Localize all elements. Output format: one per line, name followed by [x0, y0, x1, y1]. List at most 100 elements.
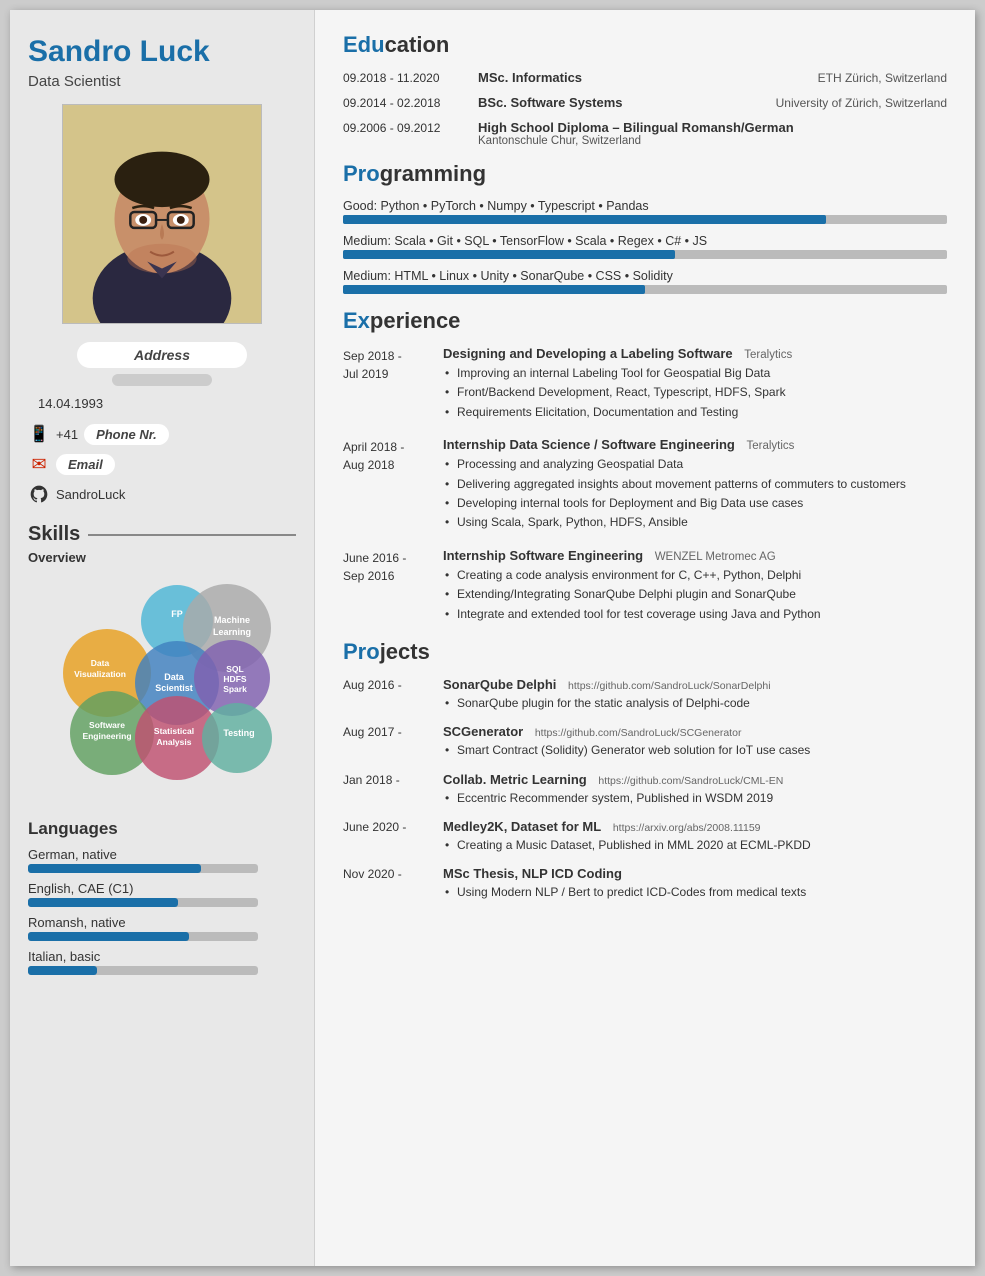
exp-bullets: Processing and analyzing Geospatial Data…: [443, 456, 947, 532]
edu-date: 09.2006 - 09.2012: [343, 120, 478, 147]
prog-bar-fill: [343, 285, 645, 294]
svg-text:Visualization: Visualization: [74, 669, 126, 679]
edu-degree: High School Diploma – Bilingual Romansh/…: [478, 120, 794, 135]
proj-url[interactable]: https://github.com/SandroLuck/SCGenerato…: [535, 727, 742, 739]
project-bullet: Eccentric Recommender system, Published …: [443, 790, 947, 807]
svg-text:Scientist: Scientist: [155, 683, 193, 693]
github-username[interactable]: SandroLuck: [56, 487, 125, 502]
programming-row: Medium: HTML • Linux • Unity • SonarQube…: [343, 269, 947, 294]
language-bar-fill: [28, 898, 178, 907]
proj-url[interactable]: https://arxiv.org/abs/2008.11159: [613, 822, 761, 834]
proj-date: Nov 2020 -: [343, 866, 443, 903]
edu-content: BSc. Software Systems University of Züri…: [478, 95, 947, 110]
phone-prefix: +41: [56, 427, 78, 442]
experience-bullet: Improving an internal Labeling Tool for …: [443, 365, 947, 382]
right-column: Education 09.2018 - 11.2020 MSc. Informa…: [315, 10, 975, 1266]
proj-content: MSc Thesis, NLP ICD Coding Using Modern …: [443, 866, 947, 903]
language-bar-fill: [28, 966, 97, 975]
edu-content: High School Diploma – Bilingual Romansh/…: [478, 120, 947, 147]
edu-school-right: University of Zürich, Switzerland: [776, 96, 947, 110]
languages-section: Languages German, native English, CAE (C…: [28, 819, 296, 975]
project-row: June 2020 - Medley2K, Dataset for ML htt…: [343, 819, 947, 856]
proj-bullets: Eccentric Recommender system, Published …: [443, 790, 947, 807]
programming-row: Medium: Scala • Git • SQL • TensorFlow •…: [343, 234, 947, 259]
proj-title: MSc Thesis, NLP ICD Coding: [443, 866, 622, 881]
exp-company: Teralytics: [744, 349, 792, 361]
language-item: English, CAE (C1): [28, 881, 296, 907]
prog-bar-fill: [343, 215, 826, 224]
experience-bullet: Requirements Elicitation, Documentation …: [443, 404, 947, 421]
svg-text:SQL: SQL: [226, 664, 243, 674]
projects-title: Projects: [343, 639, 947, 665]
programming-list: Good: Python • PyTorch • Numpy • Typescr…: [343, 199, 947, 294]
proj-content: Medley2K, Dataset for ML https://arxiv.o…: [443, 819, 947, 856]
language-name: Italian, basic: [28, 949, 296, 964]
experience-row: April 2018 -Aug 2018 Internship Data Sci…: [343, 437, 947, 534]
language-name: Romansh, native: [28, 915, 296, 930]
venn-svg: FP Machine Learning Data Visualization D…: [32, 573, 292, 803]
programming-title: Programming: [343, 161, 947, 187]
svg-text:Machine: Machine: [214, 615, 250, 625]
address-section: Address: [28, 342, 296, 386]
email-row: ✉ Email: [28, 453, 296, 475]
experience-title: Experience: [343, 308, 947, 334]
experience-bullet: Extending/Integrating SonarQube Delphi p…: [443, 586, 947, 603]
education-section: Education 09.2018 - 11.2020 MSc. Informa…: [343, 32, 947, 147]
skills-venn-diagram: FP Machine Learning Data Visualization D…: [32, 573, 292, 803]
language-bar: [28, 966, 258, 975]
exp-date: Sep 2018 -Jul 2019: [343, 346, 443, 423]
proj-url[interactable]: https://github.com/SandroLuck/CML-EN: [598, 775, 783, 787]
prog-bar: [343, 215, 947, 224]
experience-list: Sep 2018 -Jul 2019 Designing and Develop…: [343, 346, 947, 625]
svg-text:Data: Data: [91, 658, 110, 668]
address-label: Address: [77, 342, 247, 368]
proj-title: Collab. Metric Learning: [443, 772, 587, 787]
language-bar-fill: [28, 932, 189, 941]
education-highlight: Edu: [343, 32, 385, 57]
proj-title: SCGenerator: [443, 724, 523, 739]
language-item: Romansh, native: [28, 915, 296, 941]
language-bar: [28, 864, 258, 873]
education-row: 09.2018 - 11.2020 MSc. Informatics ETH Z…: [343, 70, 947, 85]
project-row: Aug 2017 - SCGenerator https://github.co…: [343, 724, 947, 761]
exp-date: June 2016 -Sep 2016: [343, 548, 443, 625]
language-name: German, native: [28, 847, 296, 862]
prog-bar-fill: [343, 250, 675, 259]
project-bullet: Smart Contract (Solidity) Generator web …: [443, 742, 947, 759]
programming-row: Good: Python • PyTorch • Numpy • Typescr…: [343, 199, 947, 224]
programming-highlight: Pro: [343, 161, 380, 186]
languages-list: German, native English, CAE (C1) Romansh…: [28, 847, 296, 975]
phone-row: 📱 +41 Phone Nr.: [28, 423, 296, 445]
education-row: 09.2014 - 02.2018 BSc. Software Systems …: [343, 95, 947, 110]
project-bullet: SonarQube plugin for the static analysis…: [443, 695, 947, 712]
proj-title: Medley2K, Dataset for ML: [443, 819, 601, 834]
exp-title: Internship Data Science / Software Engin…: [443, 437, 735, 452]
exp-content: Designing and Developing a Labeling Soft…: [443, 346, 947, 423]
github-row: SandroLuck: [28, 483, 296, 505]
svg-text:Engineering: Engineering: [82, 731, 131, 741]
experience-bullet: Creating a code analysis environment for…: [443, 567, 947, 584]
svg-text:Statistical: Statistical: [154, 726, 194, 736]
project-row: Jan 2018 - Collab. Metric Learning https…: [343, 772, 947, 809]
svg-text:Spark: Spark: [223, 684, 247, 694]
date-of-birth: 14.04.1993: [28, 396, 296, 411]
projects-list: Aug 2016 - SonarQube Delphi https://gith…: [343, 677, 947, 904]
project-bullet: Creating a Music Dataset, Published in M…: [443, 837, 947, 854]
projects-highlight: Pro: [343, 639, 380, 664]
proj-url[interactable]: https://github.com/SandroLuck/SonarDelph…: [568, 680, 771, 692]
overview-label: Overview: [28, 550, 296, 565]
svg-text:FP: FP: [171, 609, 183, 619]
experience-section: Experience Sep 2018 -Jul 2019 Designing …: [343, 308, 947, 625]
prog-label: Medium: HTML • Linux • Unity • SonarQube…: [343, 269, 947, 283]
proj-content: Collab. Metric Learning https://github.c…: [443, 772, 947, 809]
language-bar: [28, 898, 258, 907]
project-row: Aug 2016 - SonarQube Delphi https://gith…: [343, 677, 947, 714]
project-row: Nov 2020 - MSc Thesis, NLP ICD Coding Us…: [343, 866, 947, 903]
experience-highlight: Ex: [343, 308, 370, 333]
education-row: 09.2006 - 09.2012 High School Diploma – …: [343, 120, 947, 147]
svg-text:HDFS: HDFS: [223, 674, 246, 684]
language-item: Italian, basic: [28, 949, 296, 975]
languages-title: Languages: [28, 819, 296, 839]
language-bar: [28, 932, 258, 941]
experience-bullet: Developing internal tools for Deployment…: [443, 495, 947, 512]
